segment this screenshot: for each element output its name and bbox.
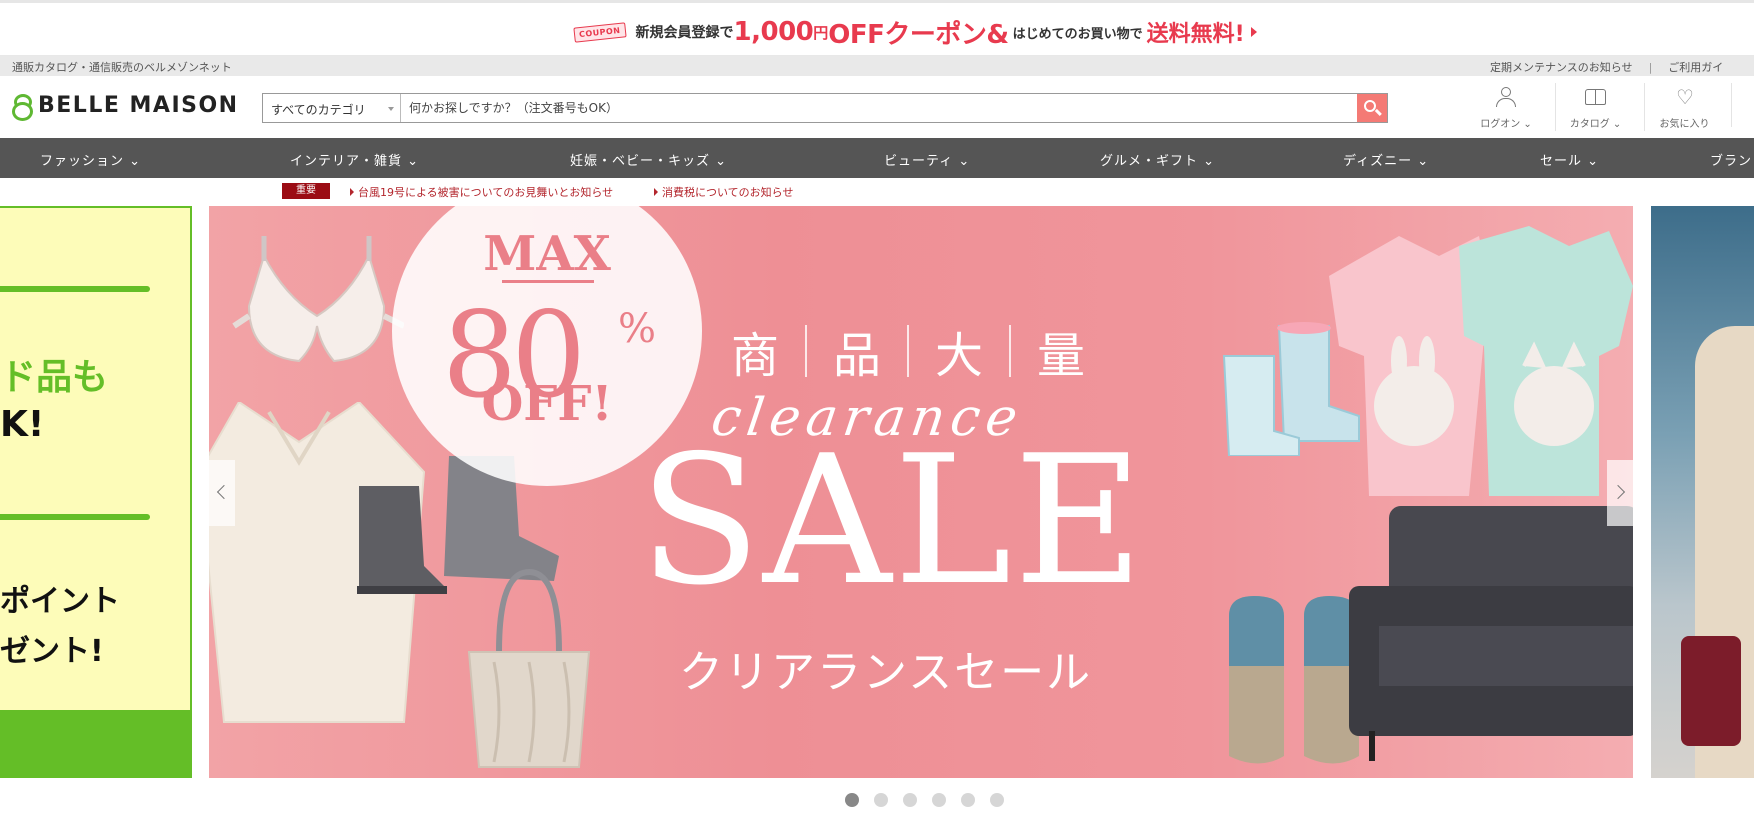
carousel-slide-clearance-sale[interactable]: MAX 80 % OFF! 商 品 大 量 clearance SALE クリア… (209, 206, 1633, 778)
search-bar: すべてのカテゴリ (262, 93, 1388, 123)
nav-item-disney[interactable]: ディズニー ⌄ (1343, 150, 1429, 169)
coupon-text-first-purchase: はじめてのお買い物で (1012, 26, 1143, 42)
nav-item-brand[interactable]: ブラン (1710, 150, 1752, 169)
site-description: 通販カタログ・通信販売のベルメゾンネット (12, 61, 232, 74)
previous-slide-text: K! (0, 404, 45, 445)
carousel-prev-button[interactable] (209, 460, 235, 526)
previous-slide-panel: ド品も K! ポイント ゼント! (0, 208, 190, 710)
sale-subtitle: クリアランスセール (679, 647, 1093, 698)
chevron-right-icon (1610, 484, 1626, 500)
sale-title: SALE (639, 417, 1146, 624)
nav-item-baby-kids[interactable]: 妊娠・ベビー・キッズ ⌄ (570, 150, 727, 169)
book-icon (1585, 89, 1607, 105)
nav-item-gourmet-gift[interactable]: グルメ・ギフト ⌄ (1100, 150, 1215, 169)
site-logo[interactable]: BELLE MAISON (12, 92, 239, 121)
favorites-label: お気に入り (1659, 119, 1710, 130)
guide-link[interactable]: ご利用ガイ (1668, 61, 1723, 74)
utility-separator: | (1648, 61, 1653, 74)
carousel-dot[interactable] (990, 793, 1004, 807)
notice-link-typhoon[interactable]: 台風19号による被害についてのお見舞いとお知らせ (350, 184, 613, 200)
carousel-slide-next[interactable] (1651, 206, 1754, 778)
nav-item-fashion[interactable]: ファッション ⌄ (40, 150, 141, 169)
chevron-left-icon (216, 484, 232, 500)
coupon-badge: COUPON (573, 21, 627, 43)
headline-char: 量 (1037, 328, 1086, 384)
divider (0, 514, 150, 520)
discount-percent: % (618, 306, 657, 352)
knit-bag-illustration (467, 568, 591, 768)
nav-item-beauty[interactable]: ビューティ ⌄ (884, 150, 970, 169)
headline-char: 大 (935, 328, 984, 384)
carousel-next-button[interactable] (1607, 460, 1633, 526)
carousel-dot[interactable] (845, 793, 859, 807)
important-badge: 重要 (282, 183, 330, 199)
catalog-button[interactable]: カタログ ⌄ (1555, 83, 1635, 131)
main-nav: ファッション ⌄ インテリア・雑貨 ⌄ 妊娠・ベビー・キッズ ⌄ ビューティ ⌄… (0, 138, 1754, 178)
login-label: ログオン ⌄ (1480, 119, 1532, 130)
divider (0, 286, 150, 292)
user-icon (1496, 87, 1516, 107)
previous-slide-text: ゼント! (0, 634, 104, 669)
utility-links: 定期メンテナンスのお知らせ | ご利用ガイ (1490, 59, 1723, 75)
search-button[interactable] (1357, 94, 1387, 122)
max-label: MAX (483, 226, 611, 282)
chevron-right-icon (1250, 27, 1257, 37)
search-category-select[interactable]: すべてのカテゴリ (263, 94, 401, 122)
headline-char: 品 (833, 328, 882, 384)
login-button[interactable]: ログオン ⌄ (1466, 83, 1546, 131)
headline: 商 品 大 量 (705, 316, 1111, 386)
search-input[interactable] (401, 94, 1357, 122)
logo-text: BELLE MAISON (38, 92, 239, 118)
site-header: BELLE MAISON すべてのカテゴリ ログオン ⌄ カタログ ⌄ ♡ お気… (0, 76, 1754, 138)
carousel-pagination (845, 793, 1004, 807)
heart-icon: ♡ (1676, 85, 1694, 109)
carousel-dot[interactable] (961, 793, 975, 807)
maintenance-link[interactable]: 定期メンテナンスのお知らせ (1490, 61, 1633, 74)
coupon-free-shipping: 送料無料! (1146, 22, 1245, 47)
carousel-dot[interactable] (874, 793, 888, 807)
divider (502, 280, 594, 283)
coupon-off-text: OFFクーポン& (828, 19, 1009, 50)
notice-strip: 重要 台風19号による被害についてのお見舞いとお知らせ 消費税についてのお知らせ (0, 178, 1754, 204)
sofa-illustration (1349, 506, 1633, 761)
previous-slide-text: ポイント (0, 584, 120, 619)
coupon-banner-content[interactable]: COUPON 新規会員登録で 1,000 円 OFFクーポン& はじめてのお買い… (573, 15, 1257, 50)
headline-char: 商 (731, 328, 780, 384)
bra-illustration (232, 236, 404, 363)
coupon-text-signup: 新規会員登録で (635, 25, 734, 41)
coupon-amount: 1,000 (733, 17, 814, 47)
coupon-banner[interactable]: COUPON 新規会員登録で 1,000 円 OFFクーポン& はじめてのお買い… (0, 0, 1754, 56)
belle-maison-logo-icon (12, 92, 33, 121)
hero-carousel: ド品も K! ポイント ゼント! MAX 80 % OFF! 商 品 大 量 c… (0, 206, 1754, 778)
catalog-label: カタログ ⌄ (1569, 119, 1622, 130)
carousel-slide-previous[interactable]: ド品も K! ポイント ゼント! (0, 206, 192, 778)
favorites-button[interactable]: ♡ お気に入り (1644, 83, 1732, 131)
carousel-dot[interactable] (903, 793, 917, 807)
previous-slide-text: ド品も (0, 357, 109, 398)
notice-link-consumption-tax[interactable]: 消費税についてのお知らせ (654, 184, 793, 200)
coupon-unit: 円 (813, 23, 829, 42)
carousel-dot[interactable] (932, 793, 946, 807)
nav-item-interior[interactable]: インテリア・雑貨 ⌄ (290, 150, 419, 169)
handbag-photo (1681, 636, 1741, 746)
utility-bar: 通販カタログ・通信販売のベルメゾンネット 定期メンテナンスのお知らせ | ご利用ガイ (0, 56, 1754, 76)
baby-rompers-illustration (1329, 226, 1633, 496)
nav-item-sale[interactable]: セール ⌄ (1540, 150, 1599, 169)
